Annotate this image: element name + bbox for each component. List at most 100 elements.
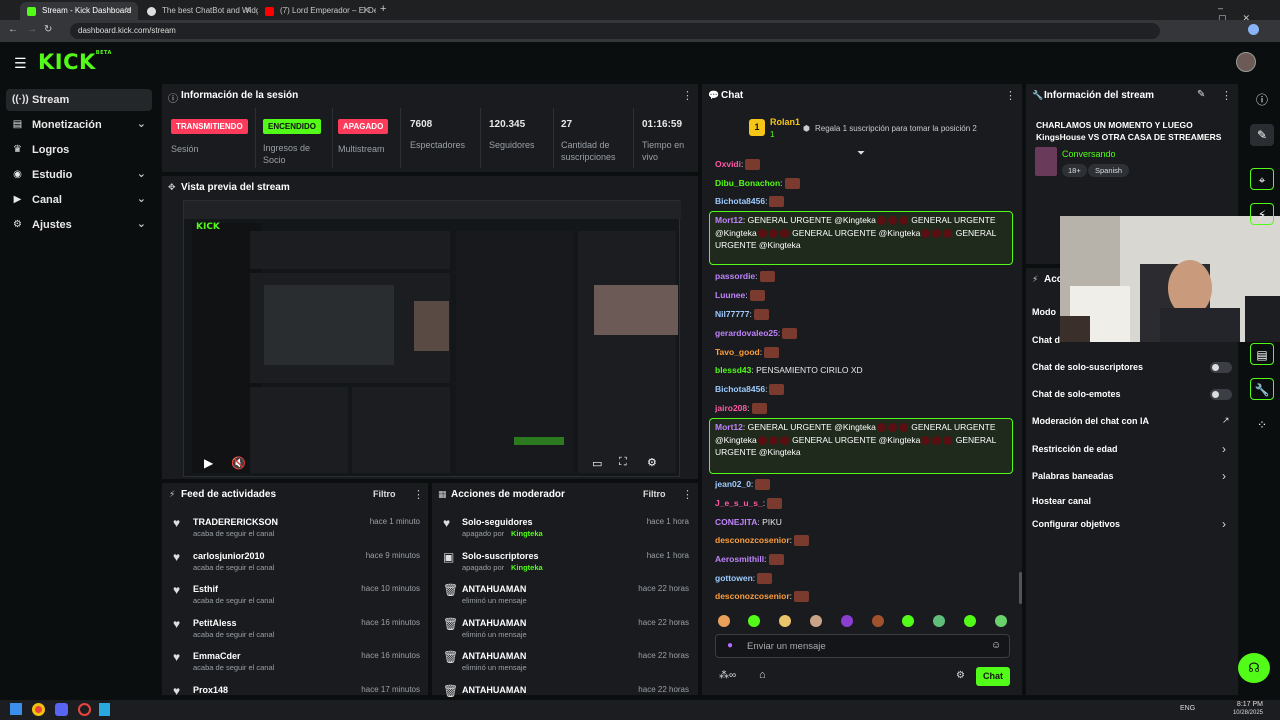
action-row-label[interactable]: Restricción de edad	[1032, 444, 1118, 454]
emoji-icon[interactable]: ☺	[991, 640, 1001, 651]
mod-action-by[interactable]: Kingteka	[511, 529, 543, 538]
stack-icon[interactable]: ▤	[1250, 343, 1274, 365]
notepad-icon[interactable]	[99, 703, 110, 716]
sidebar-item-monetizacion[interactable]: ▤ Monetización ⌄	[0, 114, 156, 136]
chrome-icon[interactable]	[32, 703, 45, 716]
back-icon[interactable]: ←	[8, 24, 18, 35]
lightning-icon[interactable]: ⚡	[1250, 203, 1274, 225]
chat-delay-label[interactable]: Chat d	[1032, 335, 1060, 345]
mod-action-by[interactable]: Kingteka	[511, 563, 543, 572]
chevron-right-icon[interactable]: ›	[1222, 469, 1226, 483]
discord-icon[interactable]	[55, 703, 68, 716]
points-icon[interactable]: ⁂∞	[719, 670, 736, 681]
chat-username[interactable]: Oxvidi	[715, 159, 741, 169]
edit-layout-icon[interactable]: ✎	[1250, 124, 1274, 146]
kebab-menu-icon[interactable]: ⋮	[1005, 89, 1016, 102]
help-headset-icon[interactable]: ☊	[1238, 653, 1270, 683]
info-icon[interactable]: ⓘ	[1250, 89, 1274, 111]
feed-username[interactable]: Prox148	[193, 685, 228, 695]
toggle-switch[interactable]	[1210, 389, 1232, 400]
gift-prompt[interactable]: Regala 1 suscripción para tomar la posic…	[815, 124, 977, 133]
stream-video-player[interactable]: KICK	[183, 200, 681, 477]
wrench-icon[interactable]: 🔧	[1250, 378, 1274, 400]
address-bar[interactable]: dashboard.kick.com/stream	[70, 23, 1160, 39]
external-link-icon[interactable]: ↗	[1222, 415, 1230, 426]
mute-icon[interactable]: 🔇	[231, 456, 246, 470]
chat-username[interactable]: jairo208	[715, 403, 747, 413]
activity-filter-button[interactable]: Filtro	[373, 489, 396, 499]
kebab-menu-icon[interactable]: ⋮	[1221, 89, 1232, 102]
mod-action-name[interactable]: ANTAHUAMAN	[462, 651, 526, 661]
sidebar-item-estudio[interactable]: ◉ Estudio ⌄	[0, 164, 156, 186]
chat-username[interactable]: J_e_s_u_s_	[715, 498, 763, 508]
clock-date[interactable]: 10/28/2025	[1225, 710, 1263, 716]
reload-icon[interactable]: ↻	[44, 24, 52, 35]
action-row-label[interactable]: Hostear canal	[1032, 496, 1091, 506]
chat-username[interactable]: CONEJITA	[715, 517, 757, 527]
chat-username[interactable]: Dibu_Bonachon	[715, 178, 780, 188]
chat-username[interactable]: blessd43	[715, 365, 751, 375]
edit-icon[interactable]: ✎	[1197, 89, 1205, 100]
moderator-filter-button[interactable]: Filtro	[643, 489, 666, 499]
mod-action-name[interactable]: ANTAHUAMAN	[462, 584, 526, 594]
kebab-menu-icon[interactable]: ⋮	[413, 488, 424, 501]
forward-icon[interactable]: →	[27, 24, 37, 35]
action-row-label[interactable]: Chat de solo-suscriptores	[1032, 362, 1143, 372]
action-row-label[interactable]: Chat de solo-emotes	[1032, 389, 1121, 399]
action-row-label[interactable]: Moderación del chat con IA	[1032, 416, 1149, 426]
mod-action-name[interactable]: Solo-suscriptores	[462, 551, 539, 561]
theater-icon[interactable]: ▭	[592, 457, 602, 470]
menu-icon[interactable]: ☰	[14, 55, 27, 72]
chat-username[interactable]: Tavo_good	[715, 347, 760, 357]
tab-kick-dashboard[interactable]: Stream - Kick Dashboard ✕	[20, 2, 138, 20]
chat-username[interactable]: gottowen	[715, 573, 753, 583]
kick-logo[interactable]: KICKBETA	[38, 50, 112, 74]
chat-username[interactable]: Mort12	[715, 422, 743, 432]
feed-username[interactable]: carlosjunior2010	[193, 551, 265, 561]
mod-action-name[interactable]: ANTAHUAMAN	[462, 618, 526, 628]
chat-settings-icon[interactable]: ⚙	[956, 670, 965, 681]
profile-icon[interactable]	[1248, 24, 1259, 35]
sidebar-item-ajustes[interactable]: ⚙ Ajustes ⌄	[0, 214, 156, 236]
tab-chatbot[interactable]: The best ChatBot and Widgets ✕	[140, 2, 258, 20]
windows-start-icon[interactable]	[10, 703, 22, 715]
category-link[interactable]: Conversando	[1062, 149, 1116, 159]
settings-gear-icon[interactable]: ⚙	[647, 456, 657, 469]
emote-quickbar[interactable]	[716, 612, 1012, 630]
feed-username[interactable]: EmmaCder	[193, 651, 241, 661]
chat-username[interactable]: Mort12	[715, 215, 743, 225]
chat-input[interactable]: ● Enviar un mensaje ☺	[715, 634, 1010, 658]
chat-scrollbar[interactable]	[1019, 572, 1022, 604]
chat-username[interactable]: Nil77777	[715, 309, 750, 319]
focus-icon[interactable]: ⌖	[1250, 168, 1274, 190]
chat-username[interactable]: desconozcosenior	[715, 535, 790, 545]
chat-username[interactable]: Luunee	[715, 290, 745, 300]
close-icon[interactable]: ✕	[124, 5, 132, 16]
action-row-label[interactable]: Configurar objetivos	[1032, 519, 1120, 529]
avatar[interactable]	[1236, 52, 1256, 72]
app-icon[interactable]	[78, 703, 91, 716]
fullscreen-icon[interactable]: ⛶	[619, 456, 627, 469]
clock-time[interactable]: 8:17 PM	[1233, 701, 1263, 708]
chevron-right-icon[interactable]: ›	[1222, 517, 1226, 531]
kebab-menu-icon[interactable]: ⋮	[682, 89, 693, 102]
sidebar-item-canal[interactable]: ▶ Canal ⌄	[0, 189, 156, 211]
sidebar-item-logros[interactable]: ♛ Logros	[0, 139, 156, 161]
action-row-label[interactable]: Palabras baneadas	[1032, 471, 1114, 481]
store-icon[interactable]: ⌂	[759, 669, 766, 681]
send-chat-button[interactable]: Chat	[976, 667, 1010, 686]
close-icon[interactable]: ✕	[362, 5, 370, 16]
play-icon[interactable]: ▶	[204, 456, 213, 470]
feed-username[interactable]: TRADERERICKSON	[193, 517, 278, 527]
feed-username[interactable]: Esthif	[193, 584, 218, 594]
apps-icon[interactable]: ⁘	[1250, 414, 1274, 436]
chat-username[interactable]: gerardovaleo25	[715, 328, 778, 338]
chat-username[interactable]: passordie	[715, 271, 755, 281]
feed-username[interactable]: PetitAless	[193, 618, 237, 628]
chat-username[interactable]: Aerosmithill	[715, 554, 764, 564]
new-tab-icon[interactable]: +	[380, 3, 386, 15]
kebab-menu-icon[interactable]: ⋮	[682, 488, 693, 501]
language-indicator[interactable]: ENG	[1180, 705, 1195, 712]
chevron-right-icon[interactable]: ›	[1222, 442, 1226, 456]
mod-action-name[interactable]: Solo-seguidores	[462, 517, 533, 527]
